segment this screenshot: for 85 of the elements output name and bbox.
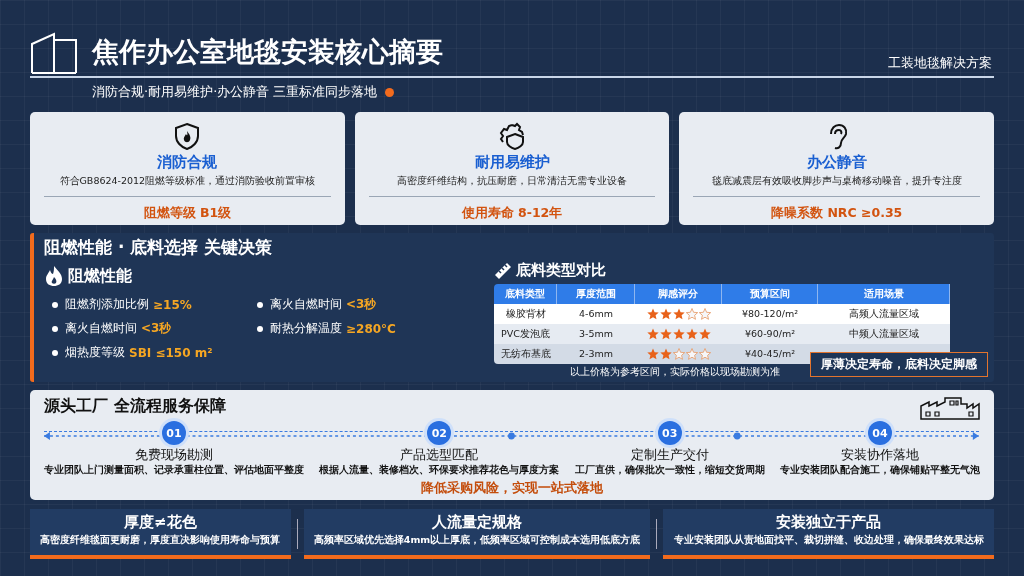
page-title: 焦作办公室地毯安装核心摘要 [92,35,444,69]
callout-label: 厚薄决定寿命，底料决定脚感 [810,352,988,377]
step-number: 03 [657,421,682,445]
panel-title: 源头工厂 全流程服务保障 [44,396,226,417]
factory-icon [920,396,980,420]
tip-description: 高频率区域优先选择4mm以上厚底，低频率区域可控制成本选用低底方底 [313,534,641,547]
card-metric: 降噪系数 NRC ≥0.35 [771,205,903,222]
bullet-icon [257,325,263,332]
section-title: 阻燃性能 [68,265,132,287]
step-description: 专业团队上门测量面积、记录承重柱位置、评估地面平整度 [44,464,304,477]
bullet-icon [257,301,263,308]
step-number: 02 [427,421,452,445]
bullet-icon [52,301,58,308]
star-icon [672,328,685,340]
star-icon [659,328,672,340]
flame-icon [44,265,64,287]
column-header: 适用场景 [818,284,950,304]
panel-title: 阻燃性能 · 底料选择 关键决策 [44,236,274,259]
spec-value: ≥280°C [346,321,396,336]
table-cell: 2-3mm [557,344,635,364]
table-cell: 橡胶背材 [494,304,557,324]
step-title: 定制生产交付 [630,447,709,464]
step-title: 免费现场勘测 [135,447,213,464]
shield-icon [173,122,202,150]
building-icon [30,32,78,74]
step-description: 工厂直供，确保批次一致性，缩短交货周期 [574,464,765,477]
card-metric: 阻燃等级 B1级 [143,205,232,222]
ruler-icon [494,261,512,280]
star-icon [659,308,672,320]
table-cell: 4-6mm [557,304,635,324]
section-title: 底料类型对比 [516,261,606,280]
star-icon [698,328,711,340]
step-description: 根据人流量、装修档次、环保要求推荐花色与厚度方案 [319,464,560,477]
spec-label: 烟热度等级 [65,344,125,361]
star-icon [659,348,672,360]
spec-label: 离火自燃时间 [65,320,137,337]
tip-title: 厚度≠花色 [123,513,197,532]
card-description: 毯底减震层有效吸收脚步声与桌椅移动噪音，提升专注度 [693,175,980,197]
step-number: 01 [162,421,186,445]
page-tag: 工装地毯解决方案 [888,54,992,74]
column-header: 脚感评分 [635,284,722,304]
subtitle: 消防合规·耐用易维护·办公静音 三重标准同步落地 [92,83,378,101]
step-description: 专业安装团队配合施工，确保铺贴平整无气泡 [780,464,980,477]
step-number: 04 [868,421,892,445]
star-icon [646,328,659,340]
tip-title: 人流量定规格 [432,513,522,532]
card-description: 高密度纤维结构，抗压耐磨，日常清洁无需专业设备 [368,175,656,197]
table-cell: 无纺布基底 [494,344,557,364]
column-header: 预算区间 [722,284,818,304]
tip-title: 安装独立于产品 [776,513,882,532]
table-cell: 高频人流量区域 [818,304,950,324]
table-cell: ¥40-45/m² [722,344,818,364]
star-icon [672,308,685,320]
spec-value: ≥15% [153,297,192,312]
gear-shield-icon [498,122,526,150]
accent-dot [385,87,395,97]
card-title: 办公静音 [806,153,867,172]
column-header: 底料类型 [494,284,557,304]
tip-description: 高密度纤维毯面更耐磨，厚度直决影响使用寿命与预算 [40,534,281,547]
table-note: 以上价格为参考区间，实际价格以现场勘测为准 [570,366,780,379]
card-title: 消防合规 [157,153,218,172]
card-description: 符合GB8624-2012阻燃等级标准，通过消防验收前置审核 [44,175,331,197]
step-title: 安装协作落地 [841,447,919,464]
bullet-icon [52,349,58,356]
table-cell: ¥80-120/m² [722,304,818,324]
tip-description: 专业安装团队从责地面找平、裁切拼缝、收边处理，确保最终效果达标 [673,534,984,547]
star-icon [646,348,659,360]
table-cell: 中频人流量区域 [818,324,950,344]
star-icon [646,308,659,320]
bullet-icon [52,325,58,332]
spec-label: 离火自燃时间 [270,296,342,313]
process-summary: 降低采购风险，实现一站式落地 [420,479,604,497]
spec-label: 耐热分解温度 [270,320,342,337]
spec-label: 阻燃剂添加比例 [65,296,149,313]
star-icon [685,328,698,340]
step-title: 产品选型匹配 [400,447,479,464]
spec-value: <3秒 [346,296,377,313]
table-cell: PVC发泡底 [494,324,557,344]
table-cell: ¥60-90/m² [722,324,818,344]
spec-value: <3秒 [141,320,172,337]
card-title: 耐用易维护 [474,153,550,172]
spec-value: SBI ≤150 m² [129,345,213,360]
table-cell: 3-5mm [557,324,635,344]
card-metric: 使用寿命 8-12年 [461,205,563,222]
column-header: 厚度范围 [557,284,635,304]
